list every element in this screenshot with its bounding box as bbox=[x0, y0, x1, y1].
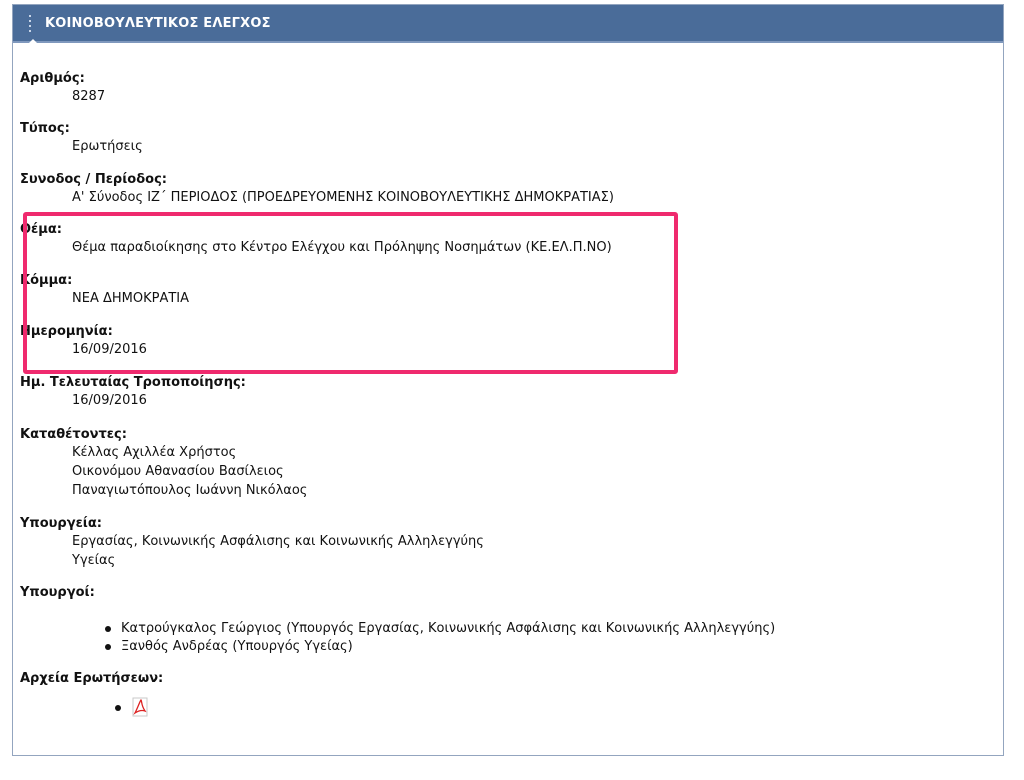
minister-name: Ξανθός Ανδρέας (Υπουργός Υγείας) bbox=[121, 639, 353, 654]
field-label: Υπουργοί: bbox=[20, 585, 95, 600]
submitter-name: Παναγιωτόπουλος Ιωάννη Νικόλαος bbox=[72, 483, 308, 498]
field-label: Συνοδος / Περίοδος: bbox=[20, 172, 167, 187]
field-value: 16/09/2016 bbox=[72, 342, 147, 357]
submitter-name: Οικονόμου Αθανασίου Βασίλειος bbox=[72, 464, 284, 479]
field-label: Αρχεία Ερωτήσεων: bbox=[20, 671, 164, 686]
field-label: Κόμμα: bbox=[20, 273, 73, 288]
list-item: Ξανθός Ανδρέας (Υπουργός Υγείας) bbox=[20, 638, 980, 656]
field-submitters: Καταθέτοντες: Κέλλας Αχιλλέα Χρήστος Οικ… bbox=[20, 426, 980, 500]
field-label: Ημερομηνία: bbox=[20, 324, 113, 339]
field-last-modified: Ημ. Τελευταίας Τροποποίησης: 16/09/2016 bbox=[20, 374, 980, 410]
field-session: Συνοδος / Περίοδος: Α' Σύνοδος ΙΖ΄ ΠΕΡΙΟ… bbox=[20, 171, 980, 207]
bullet-icon bbox=[105, 644, 111, 650]
pdf-icon[interactable] bbox=[132, 697, 150, 717]
panel-title: ΚΟΙΝΟΒΟΥΛΕΥΤΙΚΟΣ ΕΛΕΓΧΟΣ bbox=[45, 16, 271, 31]
bullet-icon bbox=[105, 626, 111, 632]
field-value: 8287 bbox=[72, 89, 106, 104]
field-value: Α' Σύνοδος ΙΖ΄ ΠΕΡΙΟΔΟΣ (ΠΡΟΕΔΡΕΥΟΜΕΝΗΣ … bbox=[72, 190, 614, 205]
field-label: Αριθμός: bbox=[20, 71, 85, 86]
field-party: Κόμμα: ΝΕΑ ΔΗΜΟΚΡΑΤΙΑ bbox=[20, 272, 980, 308]
minister-name: Κατρούγκαλος Γεώργιος (Υπουργός Εργασίας… bbox=[121, 621, 776, 636]
field-subject: Θέμα: Θέμα παραδιοίκησης στο Κέντρο Ελέγ… bbox=[20, 221, 980, 257]
ministry-name: Εργασίας, Κοινωνικής Ασφάλισης και Κοινω… bbox=[72, 534, 484, 549]
field-value: 16/09/2016 bbox=[72, 393, 147, 408]
field-label: Τύπος: bbox=[20, 121, 70, 136]
panel-header: ΚΟΙΝΟΒΟΥΛΕΥΤΙΚΟΣ ΕΛΕΓΧΟΣ bbox=[13, 5, 1003, 45]
list-item: Κατρούγκαλος Γεώργιος (Υπουργός Εργασίας… bbox=[20, 620, 980, 638]
field-ministers: Υπουργοί: Κατρούγκαλος Γεώργιος (Υπουργό… bbox=[20, 584, 980, 656]
field-type: Τύπος: Ερωτήσεις bbox=[20, 120, 980, 156]
field-label: Υπουργεία: bbox=[20, 516, 102, 531]
ministry-name: Υγείας bbox=[72, 553, 116, 568]
field-label: Καταθέτοντες: bbox=[20, 427, 127, 442]
submitter-name: Κέλλας Αχιλλέα Χρήστος bbox=[72, 445, 237, 460]
field-label: Θέμα: bbox=[20, 222, 62, 237]
field-files: Αρχεία Ερωτήσεων: bbox=[20, 670, 980, 721]
field-value: Θέμα παραδιοίκησης στο Κέντρο Ελέγχου κα… bbox=[72, 240, 612, 255]
ministers-list: Κατρούγκαλος Γεώργιος (Υπουργός Εργασίας… bbox=[20, 620, 980, 656]
files-list bbox=[20, 687, 980, 721]
field-label: Ημ. Τελευταίας Τροποποίησης: bbox=[20, 375, 246, 390]
field-value: ΝΕΑ ΔΗΜΟΚΡΑΤΙΑ bbox=[72, 291, 190, 306]
field-date: Ημερομηνία: 16/09/2016 bbox=[20, 323, 980, 359]
grip-dots-icon bbox=[29, 15, 33, 35]
header-notch bbox=[27, 39, 39, 45]
field-ministries: Υπουργεία: Εργασίας, Κοινωνικής Ασφάλιση… bbox=[20, 515, 980, 570]
field-value: Ερωτήσεις bbox=[72, 139, 143, 154]
field-number: Αριθμός: 8287 bbox=[20, 70, 980, 106]
bullet-icon bbox=[115, 705, 121, 711]
